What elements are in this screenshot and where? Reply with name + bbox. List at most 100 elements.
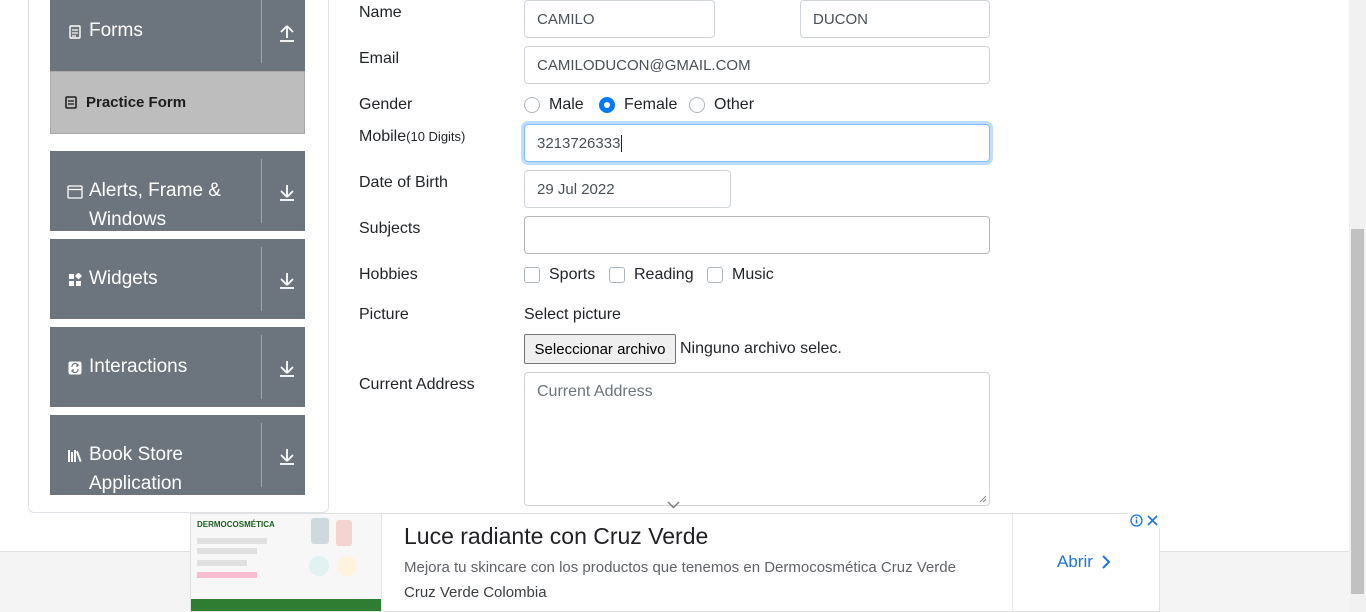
gender-radio-other[interactable]: Other [689,96,754,114]
email-value: CAMILODUCON@GMAIL.COM [537,56,751,74]
text-caret [621,134,623,152]
gender-radio-male[interactable]: Male [524,96,584,114]
radio-label: Female [624,96,678,113]
page: Forms Practice Form Alerts, Frame & Wind… [0,0,1366,612]
address-label: Current Address [359,376,475,393]
ad-open-button[interactable]: Abrir [1057,552,1111,572]
ad-text-line [197,538,267,544]
product-jar [337,556,357,576]
ad-badges [1128,513,1160,528]
gender-label: Gender [359,96,413,113]
mobile-input[interactable]: 3213726333 [524,124,990,162]
hobbies-label: Hobbies [359,266,418,283]
books-icon [67,448,83,464]
divider [261,247,262,311]
radio-label: Male [549,96,584,113]
sidebar-group-alerts[interactable]: Alerts, Frame & Windows [50,151,305,231]
chevron-down-icon [667,501,680,509]
divider [261,159,262,223]
divider [261,0,262,63]
arrow-down-icon[interactable] [276,445,298,467]
radio-circle[interactable] [524,97,540,113]
mobile-label-text: Mobile [359,128,407,145]
checkbox-label: Sports [549,266,596,283]
sidebar-item-label: Practice Form [86,94,187,111]
checkbox-box[interactable] [524,267,540,283]
ad-open-label: Abrir [1057,552,1093,571]
radio-circle-selected[interactable] [599,97,615,113]
sidebar-group-label: Widgets [89,268,158,289]
resize-handle-icon[interactable] [979,495,987,503]
ad-banner[interactable]: DERMOCOSMÉTICA Luce radiante con Cruz Ve… [190,513,1160,612]
select-picture-label: Select picture [524,306,621,323]
dob-input[interactable]: 29 Jul 2022 [524,170,731,208]
choose-file-button[interactable]: Seleccionar archivo [524,334,676,364]
hobby-checkbox-reading[interactable]: Reading [609,266,694,284]
product-jar [309,556,329,576]
ad-text-line [197,560,247,566]
ad-title[interactable]: Luce radiante con Cruz Verde [404,523,708,550]
divider [261,335,262,399]
window-icon [67,184,83,200]
gender-radio-female[interactable]: Female [599,96,677,114]
sidebar-group-label: Interactions [89,356,188,377]
mobile-hint: (10 Digits) [406,129,466,144]
sidebar-item-practice-form[interactable]: Practice Form [50,71,305,134]
hobby-checkbox-music[interactable]: Music [707,266,774,284]
arrow-down-icon[interactable] [276,181,298,203]
ad-text-line [197,548,257,554]
interactions-icon [67,360,83,376]
checkbox-label: Reading [634,266,694,283]
chevron-right-icon [1102,555,1111,569]
address-placeholder: Current Address [537,383,653,400]
ad-close-icon[interactable] [1144,513,1160,528]
ad-image: DERMOCOSMÉTICA [191,514,382,611]
arrow-up-icon[interactable] [276,22,298,44]
sidebar-group-book-store[interactable]: Book Store Application [50,415,305,495]
mobile-value: 3213726333 [537,134,621,152]
last-name-value: DUCON [813,10,868,28]
first-name-input[interactable]: CAMILO [524,0,715,38]
sidebar-group-label: Book Store [89,444,183,465]
sidebar-group-label-line2: Windows [89,209,167,230]
subjects-label: Subjects [359,220,421,237]
product-bottle [311,518,329,544]
sidebar-group-label-line2: Application [89,473,182,494]
checkbox-box[interactable] [707,267,723,283]
scrollbar-thumb[interactable] [1351,229,1364,594]
subjects-input[interactable] [524,216,990,254]
last-name-input[interactable]: DUCON [800,0,990,38]
sidebar-group-forms[interactable]: Forms [50,0,305,71]
file-status: Ninguno archivo selec. [680,340,842,357]
widgets-icon [67,272,83,288]
product-bottle [336,520,352,546]
form-icon [65,96,79,110]
mobile-label: Mobile(10 Digits) [359,128,465,146]
sidebar-group-label: Alerts, Frame & [89,180,221,201]
dob-value: 29 Jul 2022 [537,180,615,198]
first-name-value: CAMILO [537,10,595,28]
dob-label: Date of Birth [359,174,448,191]
radio-circle[interactable] [689,97,705,113]
arrow-down-icon[interactable] [276,357,298,379]
ad-footer-bar [191,599,381,611]
ad-text-line [197,572,257,578]
sidebar-group-interactions[interactable]: Interactions [50,327,305,407]
checkbox-label: Music [732,266,774,283]
sidebar-group-widgets[interactable]: Widgets [50,239,305,319]
ad-info-icon[interactable] [1128,513,1144,528]
ad-brand-text: DERMOCOSMÉTICA [197,520,275,529]
email-input[interactable]: CAMILODUCON@GMAIL.COM [524,46,990,84]
divider [261,423,262,487]
current-address-textarea[interactable]: Current Address [524,372,990,506]
picture-label: Picture [359,306,409,323]
divider [1012,514,1013,611]
name-label: Name [359,4,402,21]
sidebar-group-label: Forms [89,20,143,41]
ad-description: Mejora tu skincare con los productos que… [404,559,956,576]
ad-source: Cruz Verde Colombia [404,584,547,601]
form-icon [67,24,83,40]
hobby-checkbox-sports[interactable]: Sports [524,266,595,284]
arrow-down-icon[interactable] [276,269,298,291]
checkbox-box[interactable] [609,267,625,283]
